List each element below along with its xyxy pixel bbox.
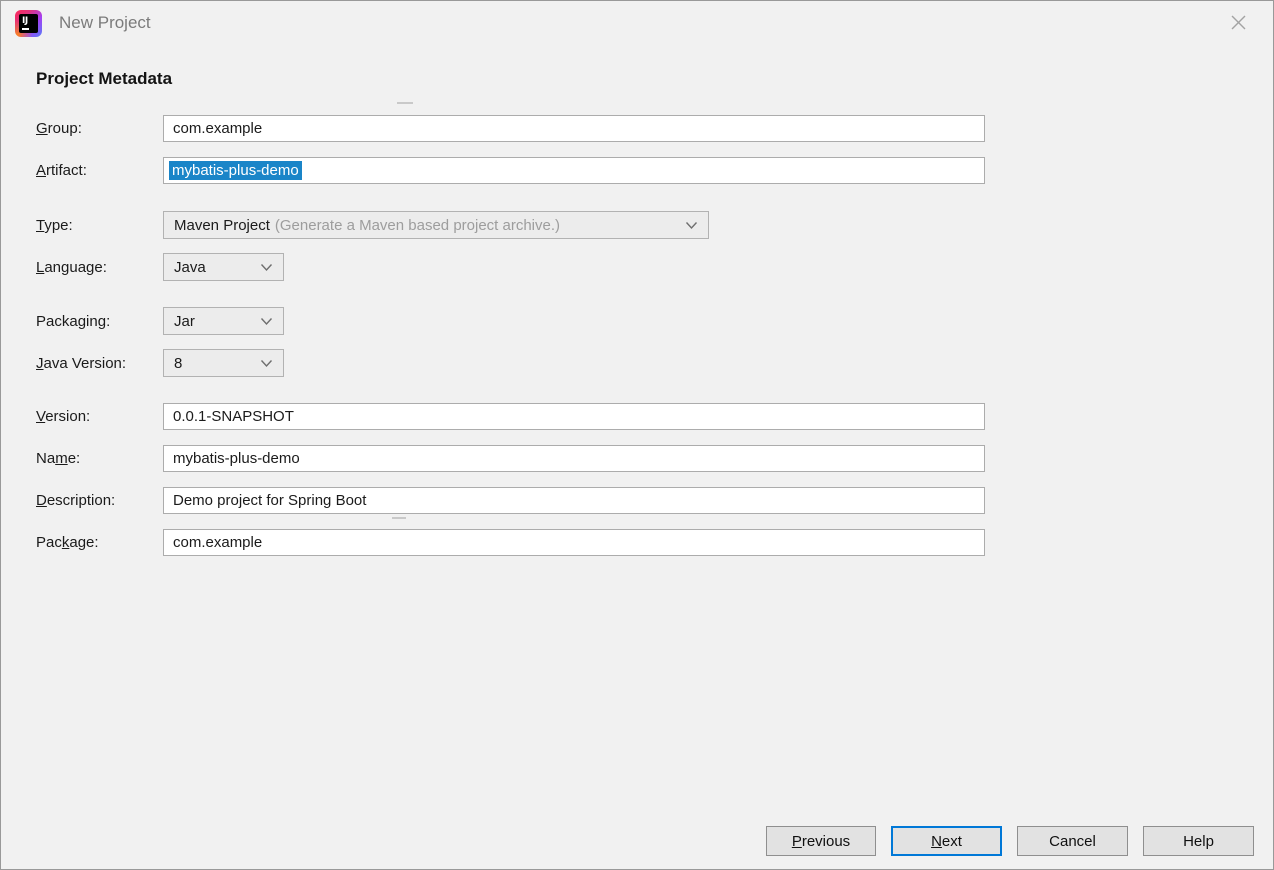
name-input[interactable] — [163, 445, 985, 472]
new-project-dialog: IJ New Project Project Metadata Group: A… — [0, 0, 1274, 870]
intellij-logo-icon: IJ — [15, 10, 42, 37]
version-input[interactable] — [163, 403, 985, 430]
close-icon — [1230, 14, 1247, 31]
help-button[interactable]: Help — [1143, 826, 1254, 856]
language-value: Java — [174, 259, 206, 276]
close-button[interactable] — [1228, 12, 1248, 32]
type-value: Maven Project — [174, 217, 270, 234]
intellij-logo-bar — [22, 28, 29, 30]
name-label: Name: — [36, 450, 163, 467]
packaging-select[interactable]: Jar — [163, 307, 284, 335]
java-version-value: 8 — [174, 355, 182, 372]
java-version-select[interactable]: 8 — [163, 349, 284, 377]
chevron-down-icon — [260, 317, 273, 326]
java-version-label: Java Version: — [36, 355, 163, 372]
type-label: Type: — [36, 217, 163, 234]
intellij-logo-inner: IJ — [19, 14, 38, 33]
chevron-down-icon — [260, 359, 273, 368]
chevron-down-icon — [260, 263, 273, 272]
package-input[interactable] — [163, 529, 985, 556]
group-label: Group: — [36, 120, 163, 137]
group-input[interactable] — [163, 115, 985, 142]
chevron-down-icon — [685, 221, 698, 230]
type-select[interactable]: Maven Project (Generate a Maven based pr… — [163, 211, 709, 239]
title-bar: IJ New Project — [1, 1, 1273, 45]
packaging-label: Packaging: — [36, 313, 163, 330]
page-title: Project Metadata — [36, 69, 172, 89]
description-label: Description: — [36, 492, 163, 509]
previous-button[interactable]: Previous — [766, 826, 876, 856]
next-button[interactable]: Next — [891, 826, 1002, 856]
version-label: Version: — [36, 408, 163, 425]
window-title: New Project — [59, 13, 151, 33]
language-label: Language: — [36, 259, 163, 276]
description-input[interactable] — [163, 487, 985, 514]
cancel-button[interactable]: Cancel — [1017, 826, 1128, 856]
artifact-label: Artifact: — [36, 162, 163, 179]
intellij-logo-text: IJ — [22, 16, 28, 26]
packaging-value: Jar — [174, 313, 195, 330]
artifact-selected-text: mybatis-plus-demo — [169, 161, 302, 180]
package-label: Package: — [36, 534, 163, 551]
stray-mark — [397, 102, 413, 104]
artifact-input[interactable]: mybatis-plus-demo — [163, 157, 985, 184]
language-select[interactable]: Java — [163, 253, 284, 281]
type-hint: (Generate a Maven based project archive.… — [275, 217, 560, 234]
stray-mark — [392, 517, 406, 519]
